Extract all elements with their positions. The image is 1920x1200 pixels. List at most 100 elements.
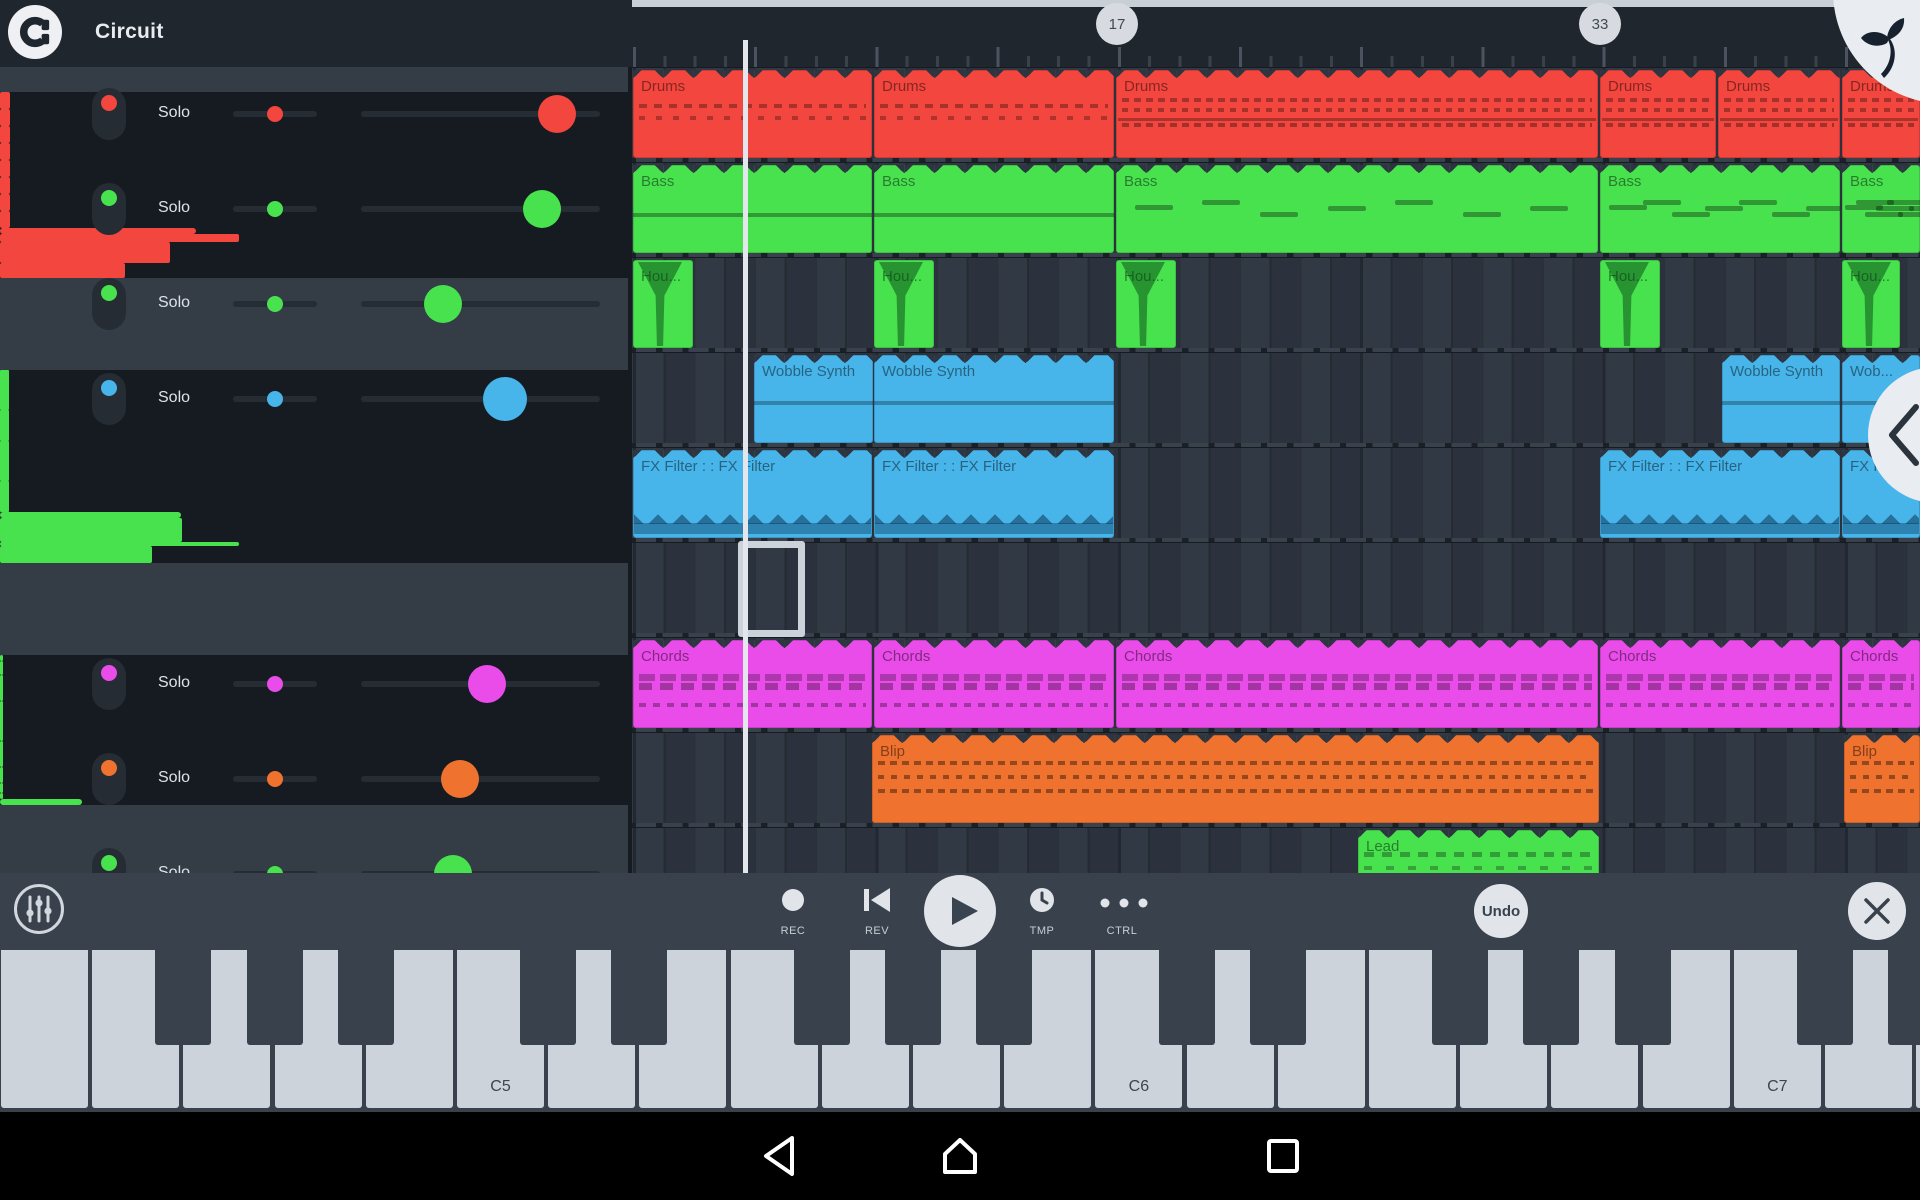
clip-pattern bbox=[634, 523, 871, 534]
white-key-E[interactable] bbox=[1, 950, 88, 1108]
clip-pattern bbox=[880, 674, 1108, 681]
volume-knob[interactable] bbox=[523, 190, 561, 228]
black-key[interactable] bbox=[1158, 950, 1215, 1045]
rewind-label: REV bbox=[864, 925, 890, 937]
clip-wobble-synth[interactable]: Wobble Synth bbox=[754, 355, 873, 443]
black-key[interactable] bbox=[885, 950, 941, 1045]
timeline-ruler[interactable]: 17 33 bbox=[632, 0, 1920, 67]
black-key[interactable] bbox=[337, 950, 394, 1045]
pan-knob[interactable] bbox=[267, 201, 283, 217]
clip-fx-filter[interactable]: FX Filter : : FX Filter bbox=[1600, 450, 1840, 538]
solo-button[interactable]: Solo bbox=[158, 104, 190, 122]
clip-bass[interactable]: Bass bbox=[633, 165, 872, 253]
black-key[interactable] bbox=[1888, 950, 1920, 1045]
volume-slider-track[interactable] bbox=[361, 396, 600, 402]
solo-button[interactable]: Solo bbox=[158, 389, 190, 407]
black-key[interactable] bbox=[246, 950, 303, 1045]
horizontal-scrollbar[interactable] bbox=[632, 0, 1920, 7]
rewind-button[interactable] bbox=[864, 888, 890, 917]
clip-drums[interactable]: Drums bbox=[1600, 70, 1716, 158]
bar-marker-33[interactable]: 33 bbox=[1579, 3, 1621, 45]
app-logo-icon[interactable] bbox=[8, 5, 62, 59]
clip-housegen-crash-05[interactable]: Hou... bbox=[1842, 260, 1900, 348]
clip-pattern bbox=[874, 213, 1114, 217]
pan-knob[interactable] bbox=[267, 391, 283, 407]
clip-drums[interactable]: Drums bbox=[1116, 70, 1598, 158]
nav-back-icon[interactable] bbox=[762, 1136, 796, 1176]
clip-housegen-crash-05[interactable]: Hou... bbox=[1116, 260, 1176, 348]
pan-knob[interactable] bbox=[267, 296, 283, 312]
clip-drums[interactable]: Drums bbox=[1718, 70, 1840, 158]
control-button[interactable] bbox=[1100, 895, 1148, 913]
clip-bass[interactable]: Bass bbox=[1116, 165, 1598, 253]
nav-home-icon[interactable] bbox=[941, 1136, 979, 1176]
clip-bass[interactable]: Bass bbox=[1842, 165, 1920, 253]
volume-knob[interactable] bbox=[468, 665, 506, 703]
clip-chords[interactable]: Chords bbox=[874, 640, 1114, 728]
solo-button[interactable]: Solo bbox=[158, 294, 190, 312]
clip-pattern bbox=[1609, 205, 1647, 210]
clip-pattern bbox=[1850, 789, 1914, 793]
clip-housegen-crash-05[interactable]: Hou... bbox=[874, 260, 934, 348]
drum-pads-icon bbox=[0, 177, 10, 194]
solo-button[interactable]: Solo bbox=[158, 674, 190, 692]
clip-blip[interactable]: Blip bbox=[872, 735, 1599, 823]
clip-housegen-crash-05[interactable]: Hou... bbox=[1600, 260, 1660, 348]
clip-bass[interactable]: Bass bbox=[874, 165, 1114, 253]
mixer-button[interactable] bbox=[14, 884, 64, 934]
undo-button[interactable]: Undo bbox=[1474, 884, 1528, 938]
bar-marker-17[interactable]: 17 bbox=[1096, 3, 1138, 45]
volume-slider-track[interactable] bbox=[361, 776, 600, 782]
volume-knob[interactable] bbox=[441, 760, 479, 798]
play-button[interactable] bbox=[924, 875, 996, 947]
pan-knob[interactable] bbox=[267, 771, 283, 787]
clip-pattern bbox=[639, 674, 866, 681]
black-key[interactable] bbox=[1432, 950, 1489, 1045]
logo-glyph bbox=[20, 16, 50, 48]
pan-knob[interactable] bbox=[267, 106, 283, 122]
solo-button[interactable]: Solo bbox=[158, 769, 190, 787]
playlist-track-row[interactable] bbox=[632, 258, 1920, 350]
volume-slider-track[interactable] bbox=[361, 206, 600, 212]
volume-knob[interactable] bbox=[538, 95, 576, 133]
clip-chords[interactable]: Chords bbox=[633, 640, 872, 728]
clip-chords[interactable]: Chords bbox=[1600, 640, 1840, 728]
black-key[interactable] bbox=[611, 950, 668, 1045]
playlist-track-row[interactable] bbox=[632, 543, 1920, 635]
black-key[interactable] bbox=[1614, 950, 1671, 1045]
pan-knob[interactable] bbox=[267, 676, 283, 692]
black-key[interactable] bbox=[976, 950, 1033, 1045]
clip-chords[interactable]: Chords bbox=[1116, 640, 1598, 728]
clip-chords[interactable]: Chords bbox=[1842, 640, 1920, 728]
record-button[interactable] bbox=[782, 889, 804, 911]
clip-wobble-synth[interactable]: Wobble Synth bbox=[1722, 355, 1840, 443]
black-key[interactable] bbox=[793, 950, 850, 1045]
octave-label: C5 bbox=[490, 1078, 511, 1095]
tempo-button[interactable] bbox=[1029, 887, 1055, 918]
black-key[interactable] bbox=[1797, 950, 1853, 1045]
clip-fx-filter[interactable]: FX Filter : : FX Filter bbox=[633, 450, 872, 538]
close-button[interactable] bbox=[1848, 882, 1906, 940]
clip-drums[interactable]: Drums bbox=[633, 70, 872, 158]
row-divider bbox=[632, 348, 1920, 352]
piano-keyboard[interactable]: C5 C6 C7 bbox=[0, 950, 1920, 1112]
clip-fx-filter[interactable]: FX Filter : : FX Filter bbox=[874, 450, 1114, 538]
volume-knob[interactable] bbox=[424, 285, 462, 323]
solo-button[interactable]: Solo bbox=[158, 199, 190, 217]
volume-slider-track[interactable] bbox=[361, 301, 600, 307]
clip-blip[interactable]: Blip bbox=[1844, 735, 1920, 823]
black-key[interactable] bbox=[1249, 950, 1306, 1045]
clip-bass[interactable]: Bass bbox=[1600, 165, 1840, 253]
nav-overview-icon[interactable] bbox=[1266, 1136, 1300, 1176]
clip-drums[interactable]: Drums bbox=[874, 70, 1114, 158]
black-key[interactable] bbox=[520, 950, 577, 1045]
track-header-row: HouseGen Crash 05 bbox=[0, 4, 1910, 655]
volume-knob[interactable] bbox=[483, 377, 527, 421]
black-key[interactable] bbox=[155, 950, 212, 1045]
drum-pads-icon bbox=[0, 126, 10, 143]
clip-wobble-synth[interactable]: Wobble Synth bbox=[874, 355, 1114, 443]
clip-housegen-crash-05[interactable]: Hou... bbox=[633, 260, 693, 348]
playhead[interactable] bbox=[743, 40, 748, 873]
selected-clip-frame[interactable] bbox=[738, 541, 805, 637]
black-key[interactable] bbox=[1523, 950, 1580, 1045]
